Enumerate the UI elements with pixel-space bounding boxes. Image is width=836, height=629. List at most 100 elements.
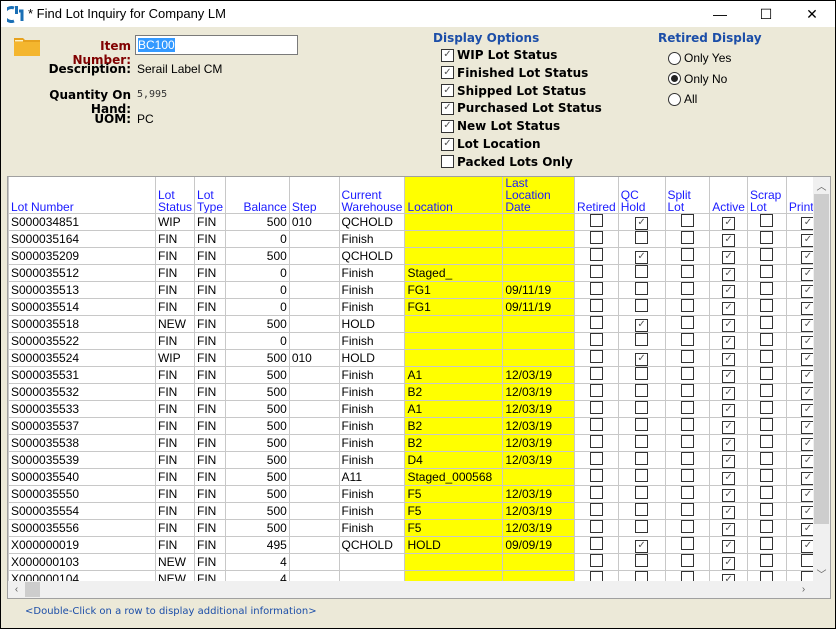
display-option-packed-lots-only[interactable]: Packed Lots Only (441, 155, 573, 169)
table-row[interactable]: S000035537 FIN FIN 500 Finish B2 12/03/19 ✓ ✓ (8, 417, 830, 435)
table-row[interactable]: S000035554 FIN FIN 500 Finish F5 12/03/19 ✓ ✓ (8, 502, 830, 520)
checkbox[interactable]: ✓ (722, 488, 736, 502)
vertical-scroll-thumb[interactable] (814, 194, 829, 524)
table-row[interactable]: S000035514 FIN FIN 0 Finish FG1 09/11/19 ✓ ✓ (8, 298, 830, 316)
display-option-wip-lot-status[interactable]: ✓ WIP Lot Status (441, 48, 557, 62)
checkbox[interactable] (680, 452, 694, 465)
vertical-scrollbar[interactable]: ︿ ﹀ (813, 177, 830, 582)
checkbox[interactable]: ✓ (722, 454, 736, 468)
table-row[interactable]: S000035524 WIP FIN 500 010 HOLD ✓ ✓ ✓ (8, 349, 830, 367)
checkbox[interactable]: ✓ (722, 522, 736, 536)
display-option-new-lot-status[interactable]: ✓ New Lot Status (441, 119, 560, 133)
column-header-scrap-lot[interactable]: Scrap Lot (746, 177, 787, 214)
column-header-step[interactable]: Step (288, 177, 340, 214)
checkbox[interactable] (635, 452, 649, 465)
checkbox[interactable] (635, 299, 649, 312)
checkbox[interactable]: ✓ (722, 233, 736, 247)
checkbox[interactable] (760, 316, 774, 329)
table-row[interactable]: S000035164 FIN FIN 0 Finish ✓ ✓ (8, 230, 830, 248)
checkbox[interactable]: ✓ (441, 66, 454, 80)
checkbox[interactable]: ✓ (722, 216, 736, 230)
checkbox[interactable]: ✓ (722, 437, 736, 451)
checkbox[interactable] (680, 333, 694, 346)
checkbox[interactable] (589, 367, 603, 380)
table-row[interactable]: S000035518 NEW FIN 500 HOLD ✓ ✓ ✓ (8, 315, 830, 333)
checkbox[interactable] (635, 520, 649, 533)
column-header-current-warehouse[interactable]: Current Warehouse (338, 177, 406, 214)
checkbox[interactable]: ✓ (722, 318, 736, 332)
radio-button[interactable] (668, 51, 681, 65)
checkbox[interactable] (680, 537, 694, 550)
minimize-button[interactable]: — (697, 1, 743, 27)
column-header-qc-hold[interactable]: QC Hold (617, 177, 666, 214)
checkbox[interactable]: ✓ (441, 137, 454, 151)
checkbox[interactable] (760, 367, 774, 380)
checkbox[interactable] (680, 554, 694, 567)
table-row[interactable]: S000035513 FIN FIN 0 Finish FG1 09/11/19 ✓ ✓ (8, 281, 830, 299)
column-header-last-location-date[interactable]: Last Location Date (502, 177, 576, 214)
checkbox[interactable] (589, 435, 603, 448)
retired-option-only-no[interactable]: Only No (668, 72, 727, 86)
checkbox[interactable] (760, 265, 774, 278)
checkbox[interactable]: ✓ (722, 250, 736, 264)
checkbox[interactable] (760, 554, 774, 567)
table-row[interactable]: S000035540 FIN FIN 500 A11 Staged_000568 ✓ ✓ (8, 468, 830, 486)
checkbox[interactable]: ✓ (635, 318, 649, 332)
checkbox[interactable] (680, 231, 694, 244)
checkbox[interactable]: ✓ (722, 369, 736, 383)
checkbox[interactable]: ✓ (635, 539, 649, 553)
checkbox[interactable] (760, 384, 774, 397)
checkbox[interactable] (589, 554, 603, 567)
table-row[interactable]: X000000103 NEW FIN 4 ✓ (8, 553, 830, 571)
checkbox[interactable]: ✓ (441, 48, 454, 62)
checkbox[interactable]: ✓ (635, 216, 649, 230)
checkbox[interactable] (589, 486, 603, 499)
checkbox[interactable]: ✓ (722, 335, 736, 349)
checkbox[interactable]: ✓ (441, 101, 454, 115)
column-header-active[interactable]: Active (709, 177, 748, 214)
table-row[interactable]: S000035538 FIN FIN 500 Finish B2 12/03/19 ✓ ✓ (8, 434, 830, 452)
checkbox[interactable] (760, 452, 774, 465)
table-row[interactable]: S000035209 FIN FIN 500 QCHOLD ✓ ✓ ✓ (8, 247, 830, 265)
checkbox[interactable]: ✓ (722, 284, 736, 298)
lot-grid[interactable]: Lot Number Lot Status Lot Type Balance Step C… (7, 176, 831, 599)
checkbox[interactable] (760, 231, 774, 244)
column-header-location[interactable]: Location (404, 177, 504, 214)
checkbox[interactable] (635, 384, 649, 397)
column-header-lot-number[interactable]: Lot Number (8, 177, 156, 214)
checkbox[interactable] (589, 316, 603, 329)
checkbox[interactable]: ✓ (722, 420, 736, 434)
checkbox[interactable] (680, 486, 694, 499)
checkbox[interactable] (589, 265, 603, 278)
scroll-left-icon[interactable]: ‹ (8, 581, 25, 598)
folder-icon[interactable] (13, 35, 41, 57)
checkbox[interactable] (635, 231, 649, 244)
checkbox[interactable] (635, 282, 649, 295)
horizontal-scrollbar[interactable]: ‹ › (8, 581, 830, 598)
checkbox[interactable] (635, 367, 649, 380)
checkbox[interactable]: ✓ (441, 119, 454, 133)
checkbox[interactable] (589, 418, 603, 431)
checkbox[interactable] (680, 316, 694, 329)
checkbox[interactable]: ✓ (722, 267, 736, 281)
checkbox[interactable]: ✓ (722, 386, 736, 400)
checkbox[interactable] (589, 401, 603, 414)
table-row[interactable]: S000034851 WIP FIN 500 010 QCHOLD ✓ ✓ ✓ (8, 213, 830, 231)
checkbox[interactable] (680, 503, 694, 516)
checkbox[interactable] (760, 282, 774, 295)
checkbox[interactable] (760, 520, 774, 533)
display-option-shipped-lot-status[interactable]: ✓ Shipped Lot Status (441, 84, 586, 98)
checkbox[interactable] (635, 554, 649, 567)
checkbox[interactable]: ✓ (722, 301, 736, 315)
display-option-purchased-lot-status[interactable]: ✓ Purchased Lot Status (441, 101, 602, 115)
checkbox[interactable]: ✓ (722, 505, 736, 519)
checkbox[interactable] (680, 367, 694, 380)
checkbox[interactable] (680, 350, 694, 363)
close-button[interactable]: ✕ (789, 1, 835, 27)
scroll-up-icon[interactable]: ︿ (813, 177, 830, 194)
column-header-balance[interactable]: Balance (225, 177, 290, 214)
checkbox[interactable] (589, 503, 603, 516)
checkbox[interactable]: ✓ (722, 539, 736, 553)
table-row[interactable]: X000000019 FIN FIN 495 QCHOLD HOLD 09/09/19 ✓ ✓ ✓ (8, 536, 830, 554)
scroll-down-icon[interactable]: ﹀ (813, 565, 830, 582)
